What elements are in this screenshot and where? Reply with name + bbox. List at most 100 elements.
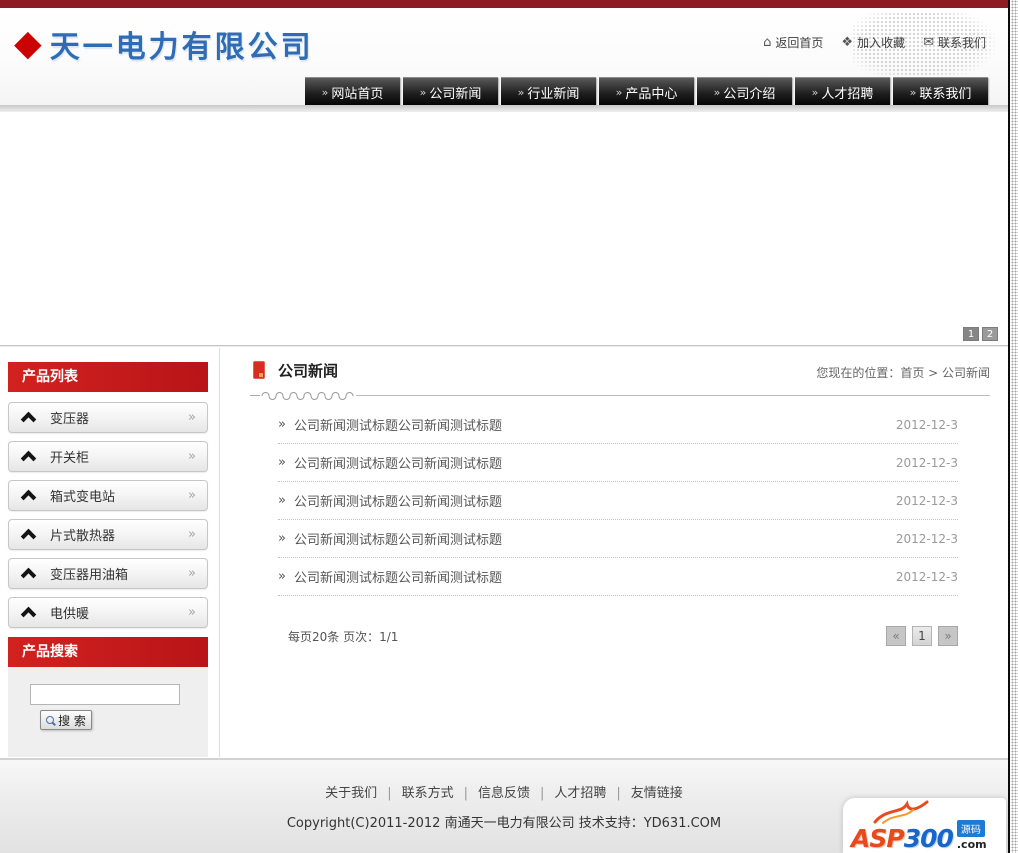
news-title[interactable]: 公司新闻测试标题公司新闻测试标题 [294, 567, 896, 586]
sidebar-item-box-substation[interactable]: 箱式变电站 » [8, 480, 208, 511]
sidebar-item-transformer[interactable]: 变压器 » [8, 402, 208, 433]
page-info: 每页20条 页次：1/1 [288, 629, 399, 644]
nav-tab-company-news[interactable]: » 公司新闻 [403, 77, 498, 107]
page-title: 公司新闻 [278, 362, 339, 380]
return-home-link[interactable]: ⌂ 返回首页 [763, 34, 823, 51]
content-top-divider [0, 345, 1008, 347]
search-panel [8, 667, 208, 757]
footer-link-contact[interactable]: 联系方式 [402, 786, 454, 801]
nav-tab-label: 联系我们 [919, 86, 972, 102]
asp300-watermark: ASP 300 源码 .com [843, 798, 1006, 853]
double-arrow-icon: » [278, 531, 286, 546]
nav-tab-label: 网站首页 [331, 86, 384, 102]
nav-tab-products[interactable]: » 产品中心 [599, 77, 694, 107]
product-list-header: 产品列表 [8, 362, 208, 392]
nav-tab-label: 公司介绍 [723, 86, 776, 102]
window-edge-pattern [1011, 0, 1018, 853]
main-nav: » 网站首页 » 公司新闻 » 行业新闻 » 产品中心 » 公司介绍 » 人才招… [305, 77, 991, 107]
pager-next-button[interactable]: » [938, 626, 958, 646]
nav-arrow-icon: » [419, 85, 427, 99]
add-favorite-link[interactable]: ❖ 加入收藏 [841, 34, 905, 51]
nav-tab-industry-news[interactable]: » 行业新闻 [501, 77, 596, 107]
double-arrow-icon: » [278, 569, 286, 584]
num-300-text: 300 [903, 824, 954, 853]
news-title[interactable]: 公司新闻测试标题公司新闻测试标题 [294, 491, 896, 510]
sidebar-item-label: 箱式变电站 [50, 490, 116, 505]
ornament-line-start [250, 394, 260, 396]
news-row[interactable]: » 公司新闻测试标题公司新闻测试标题 2012-12-3 [278, 558, 958, 596]
news-title[interactable]: 公司新闻测试标题公司新闻测试标题 [294, 529, 896, 548]
news-date: 2012-12-3 [895, 455, 958, 470]
news-row[interactable]: » 公司新闻测试标题公司新闻测试标题 2012-12-3 [278, 444, 958, 482]
sidebar-item-label: 变压器 [50, 412, 90, 427]
footer-link-jobs[interactable]: 人才招聘 [554, 786, 606, 801]
banner-pager: 1 2 [963, 327, 998, 341]
home-icon: ⌂ [763, 35, 772, 50]
footer-link-about[interactable]: 关于我们 [325, 786, 377, 801]
header-quick-links: ⌂ 返回首页 ❖ 加入收藏 ✉ 联系我们 [763, 34, 986, 51]
return-home-label: 返回首页 [775, 36, 824, 50]
nav-tab-about[interactable]: » 公司介绍 [697, 77, 792, 107]
banner-page-2-button[interactable]: 2 [982, 327, 998, 341]
news-row[interactable]: » 公司新闻测试标题公司新闻测试标题 2012-12-3 [278, 482, 958, 520]
nav-tab-label: 人才招聘 [821, 86, 874, 102]
dot-com-text: .com [956, 838, 987, 851]
sidebar-divider [219, 348, 220, 757]
product-search-header: 产品搜索 [8, 637, 208, 667]
footer-link-feedback[interactable]: 信息反馈 [478, 786, 530, 801]
sidebar-item-radiator[interactable]: 片式散热器 » [8, 519, 208, 550]
chevron-up-icon [20, 567, 37, 584]
news-date: 2012-12-3 [895, 493, 958, 508]
add-favorite-label: 加入收藏 [857, 36, 906, 50]
pager-prev-button[interactable]: « [886, 626, 906, 646]
breadcrumb: 您现在的位置：首页 > 公司新闻 [816, 366, 990, 380]
news-title[interactable]: 公司新闻测试标题公司新闻测试标题 [294, 415, 896, 434]
footer-separator: | [463, 786, 468, 801]
footer-link-friendlinks[interactable]: 友情链接 [631, 786, 683, 801]
double-arrow-icon: » [188, 605, 196, 620]
footer-separator: | [540, 786, 545, 801]
sidebar-item-switchgear[interactable]: 开关柜 » [8, 441, 208, 472]
nav-tab-label: 公司新闻 [429, 86, 482, 102]
nav-tab-home[interactable]: » 网站首页 [305, 77, 400, 107]
double-arrow-icon: » [188, 449, 196, 464]
top-red-bar [0, 0, 1008, 8]
sidebar-item-label: 开关柜 [50, 451, 90, 466]
news-date: 2012-12-3 [895, 417, 958, 432]
company-name: 天一电力有限公司 [49, 30, 314, 65]
search-button[interactable]: 搜 索 [40, 710, 92, 730]
sidebar-item-oil-tank[interactable]: 变压器用油箱 » [8, 558, 208, 589]
double-arrow-icon: » [188, 488, 196, 503]
nav-tab-jobs[interactable]: » 人才招聘 [795, 77, 890, 107]
document-icon [253, 361, 265, 379]
search-button-label: 搜 索 [58, 713, 86, 728]
product-list: 变压器 » 开关柜 » 箱式变电站 » 片式散热器 » 变压器用油箱 » 电供暖… [8, 402, 208, 636]
header-divider-band [0, 105, 1008, 112]
news-row[interactable]: » 公司新闻测试标题公司新闻测试标题 2012-12-3 [278, 520, 958, 558]
mail-icon: ✉ [923, 35, 934, 50]
pager-page-1-button[interactable]: 1 [912, 626, 932, 646]
news-title[interactable]: 公司新闻测试标题公司新闻测试标题 [294, 453, 896, 472]
contact-us-link[interactable]: ✉ 联系我们 [923, 34, 986, 51]
search-icon [46, 716, 55, 724]
banner-page-1-button[interactable]: 1 [963, 327, 979, 341]
asp300-logo-text: ASP 300 源码 .com [851, 820, 987, 851]
double-arrow-icon: » [188, 410, 196, 425]
nav-tab-label: 行业新闻 [527, 86, 580, 102]
chevron-up-icon [20, 606, 37, 623]
nav-arrow-icon: » [713, 85, 721, 99]
sidebar-item-label: 片式散热器 [50, 529, 116, 544]
chevron-up-icon [20, 528, 37, 545]
double-arrow-icon: » [278, 493, 286, 508]
nav-tab-contact[interactable]: » 联系我们 [893, 77, 988, 107]
list-footer: 每页20条 页次：1/1 « 1 » [288, 624, 958, 648]
double-arrow-icon: » [278, 455, 286, 470]
ornament-line [356, 394, 990, 396]
yuanma-badge: 源码 [956, 820, 985, 837]
favorite-icon: ❖ [841, 35, 854, 50]
double-arrow-icon: » [188, 527, 196, 542]
sidebar-item-electric-heating[interactable]: 电供暖 » [8, 597, 208, 628]
search-input[interactable] [30, 684, 180, 705]
asp-text: ASP [851, 824, 905, 853]
news-row[interactable]: » 公司新闻测试标题公司新闻测试标题 2012-12-3 [278, 406, 958, 444]
